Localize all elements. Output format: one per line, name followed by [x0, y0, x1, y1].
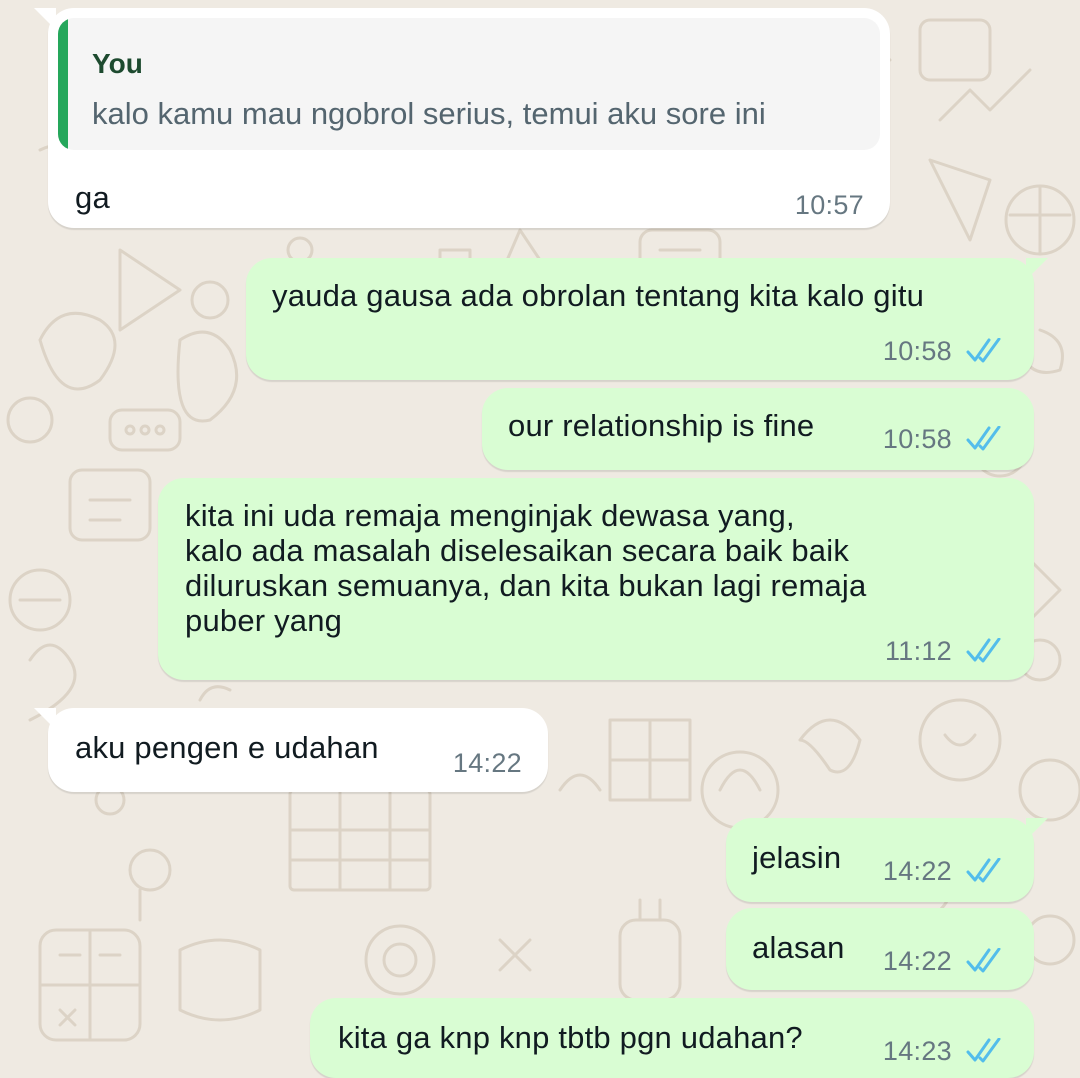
outgoing-message[interactable]: kita ga knp knp tbtb pgn udahan? 14:23: [310, 998, 1034, 1078]
message-time: 14:22: [452, 748, 522, 778]
message-time: 14:23: [882, 1036, 952, 1066]
message-time: 11:12: [884, 636, 952, 666]
quote-accent-bar: [58, 18, 68, 150]
message-time: 14:22: [882, 946, 952, 976]
message-text: ga: [75, 180, 110, 215]
double-check-read-icon: [966, 338, 1001, 363]
outgoing-message[interactable]: yauda gausa ada obrolan tentang kita kal…: [246, 258, 1048, 380]
message-text: our relationship is fine: [508, 408, 815, 443]
message-text: kita ga knp knp tbtb pgn udahan?: [338, 1020, 803, 1055]
double-check-read-icon: [966, 858, 1001, 883]
double-check-read-icon: [966, 638, 1001, 663]
bubble-tail: [1026, 258, 1048, 280]
double-check-read-icon: [966, 1038, 1001, 1063]
message-text: alasan: [752, 930, 845, 965]
message-text: jelasin: [752, 840, 842, 875]
outgoing-message[interactable]: kita ini uda remaja menginjak dewasa yan…: [158, 478, 1034, 680]
message-text: aku pengen e udahan: [75, 730, 379, 765]
bubble-tail: [34, 8, 56, 30]
quoted-message[interactable]: You kalo kamu mau ngobrol serius, temui …: [58, 18, 880, 150]
message-time: 10:57: [794, 190, 864, 220]
incoming-message[interactable]: You kalo kamu mau ngobrol serius, temui …: [34, 8, 890, 228]
message-time: 10:58: [882, 424, 952, 454]
message-text: kita ini uda remaja menginjak dewasa yan…: [185, 498, 867, 638]
bubble-tail: [34, 708, 56, 730]
double-check-read-icon: [966, 948, 1001, 973]
message-text: yauda gausa ada obrolan tentang kita kal…: [272, 278, 925, 313]
message-time: 10:58: [882, 336, 952, 366]
outgoing-message[interactable]: jelasin 14:22: [726, 818, 1048, 902]
quote-text: kalo kamu mau ngobrol serius, temui aku …: [92, 96, 766, 131]
incoming-message[interactable]: aku pengen e udahan 14:22: [34, 708, 548, 792]
message-list[interactable]: You kalo kamu mau ngobrol serius, temui …: [0, 0, 1080, 1078]
message-time: 14:22: [882, 856, 952, 886]
quote-author: You: [92, 48, 143, 79]
outgoing-message[interactable]: our relationship is fine 10:58: [482, 388, 1034, 470]
bubble-tail: [1026, 818, 1048, 840]
outgoing-message[interactable]: alasan 14:22: [726, 908, 1034, 990]
double-check-read-icon: [966, 426, 1001, 451]
